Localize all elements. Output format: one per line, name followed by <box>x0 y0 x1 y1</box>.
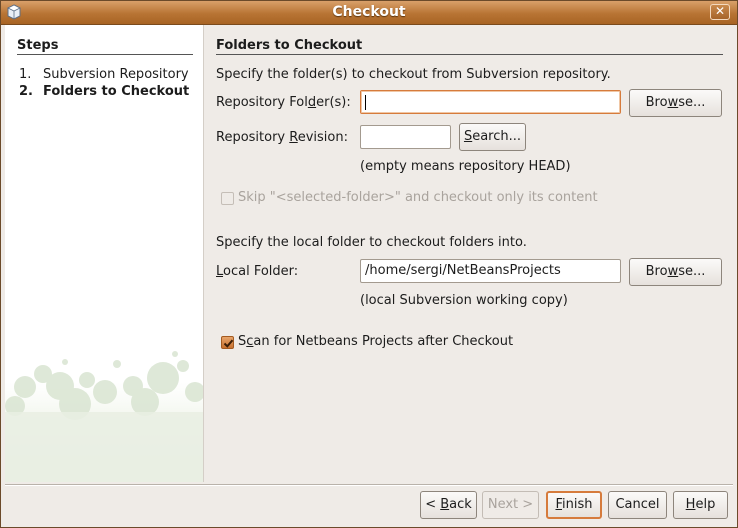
panel-title: Folders to Checkout <box>216 38 363 53</box>
checkout-dialog: Checkout ✕ Steps 1. Subversion Repository… <box>0 0 738 528</box>
repository-revision-label: Repository Revision: <box>216 130 348 145</box>
step-label: Folders to Checkout <box>43 84 190 99</box>
steps-header: Steps <box>17 38 59 53</box>
scan-projects-checkbox[interactable] <box>221 336 234 349</box>
text-caret <box>365 95 366 110</box>
step-number: 1. <box>19 67 32 82</box>
help-button[interactable]: Help <box>673 491 728 519</box>
back-button[interactable]: < Back <box>420 491 477 519</box>
local-folder-hint-text: (local Subversion working copy) <box>360 293 568 308</box>
browse-local-button[interactable]: Browse... <box>629 258 722 286</box>
steps-panel: Steps 1. Subversion Repository 2. Folders … <box>5 25 203 482</box>
window-title: Checkout <box>332 4 406 20</box>
steps-divider <box>17 54 193 55</box>
checkmark-icon <box>223 339 234 348</box>
skip-folder-checkbox[interactable] <box>221 192 234 205</box>
local-folder-input[interactable]: /home/sergi/NetBeansProjects <box>360 259 621 283</box>
cancel-button[interactable]: Cancel <box>608 491 667 519</box>
local-folder-label: Local Folder: <box>216 264 299 279</box>
step-number: 2. <box>19 84 33 99</box>
browse-repository-button[interactable]: Browse... <box>629 89 722 117</box>
close-icon[interactable]: ✕ <box>710 4 730 20</box>
panel-title-divider <box>216 54 723 55</box>
step-item-subversion-repository: 1. Subversion Repository <box>19 67 189 82</box>
decorative-bubbles-image <box>5 351 203 482</box>
folders-panel: Folders to Checkout Specify the folder(s… <box>204 25 737 482</box>
step-item-folders-to-checkout: 2. Folders to Checkout <box>19 84 189 99</box>
repository-revision-input[interactable] <box>360 125 451 149</box>
next-button[interactable]: Next > <box>482 491 539 519</box>
scan-projects-label: Scan for Netbeans Projects after Checkou… <box>238 334 514 349</box>
search-revision-button[interactable]: Search... <box>459 123 526 151</box>
finish-button[interactable]: Finish <box>546 491 602 519</box>
revision-hint-text: (empty means repository HEAD) <box>360 159 571 174</box>
repository-folder-input[interactable] <box>360 90 621 114</box>
title-bar[interactable]: Checkout ✕ <box>1 1 737 25</box>
button-bar-divider <box>5 484 733 485</box>
skip-folder-label: Skip "<selected-folder>" and checkout on… <box>238 190 598 205</box>
repository-intro-text: Specify the folder(s) to checkout from S… <box>216 67 611 82</box>
repository-folder-label: Repository Folder(s): <box>216 95 351 110</box>
local-intro-text: Specify the local folder to checkout fol… <box>216 235 527 250</box>
step-label: Subversion Repository <box>43 67 189 82</box>
